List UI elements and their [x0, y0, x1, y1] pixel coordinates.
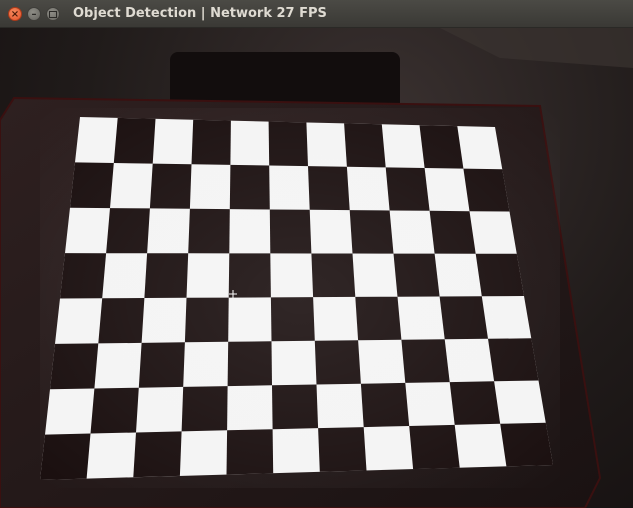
title-bar[interactable]: × – Object Detection | Network 27 FPS: [0, 0, 633, 28]
screen-glare: [40, 108, 560, 488]
background-surface: [440, 28, 633, 68]
camera-viewport: [0, 28, 633, 508]
app-window: × – Object Detection | Network 27 FPS: [0, 0, 633, 508]
minimize-icon[interactable]: –: [27, 7, 41, 21]
maximize-icon[interactable]: [46, 7, 60, 21]
close-icon[interactable]: ×: [8, 7, 22, 21]
window-title: Object Detection | Network 27 FPS: [73, 6, 327, 21]
camera-frame: [0, 28, 633, 508]
